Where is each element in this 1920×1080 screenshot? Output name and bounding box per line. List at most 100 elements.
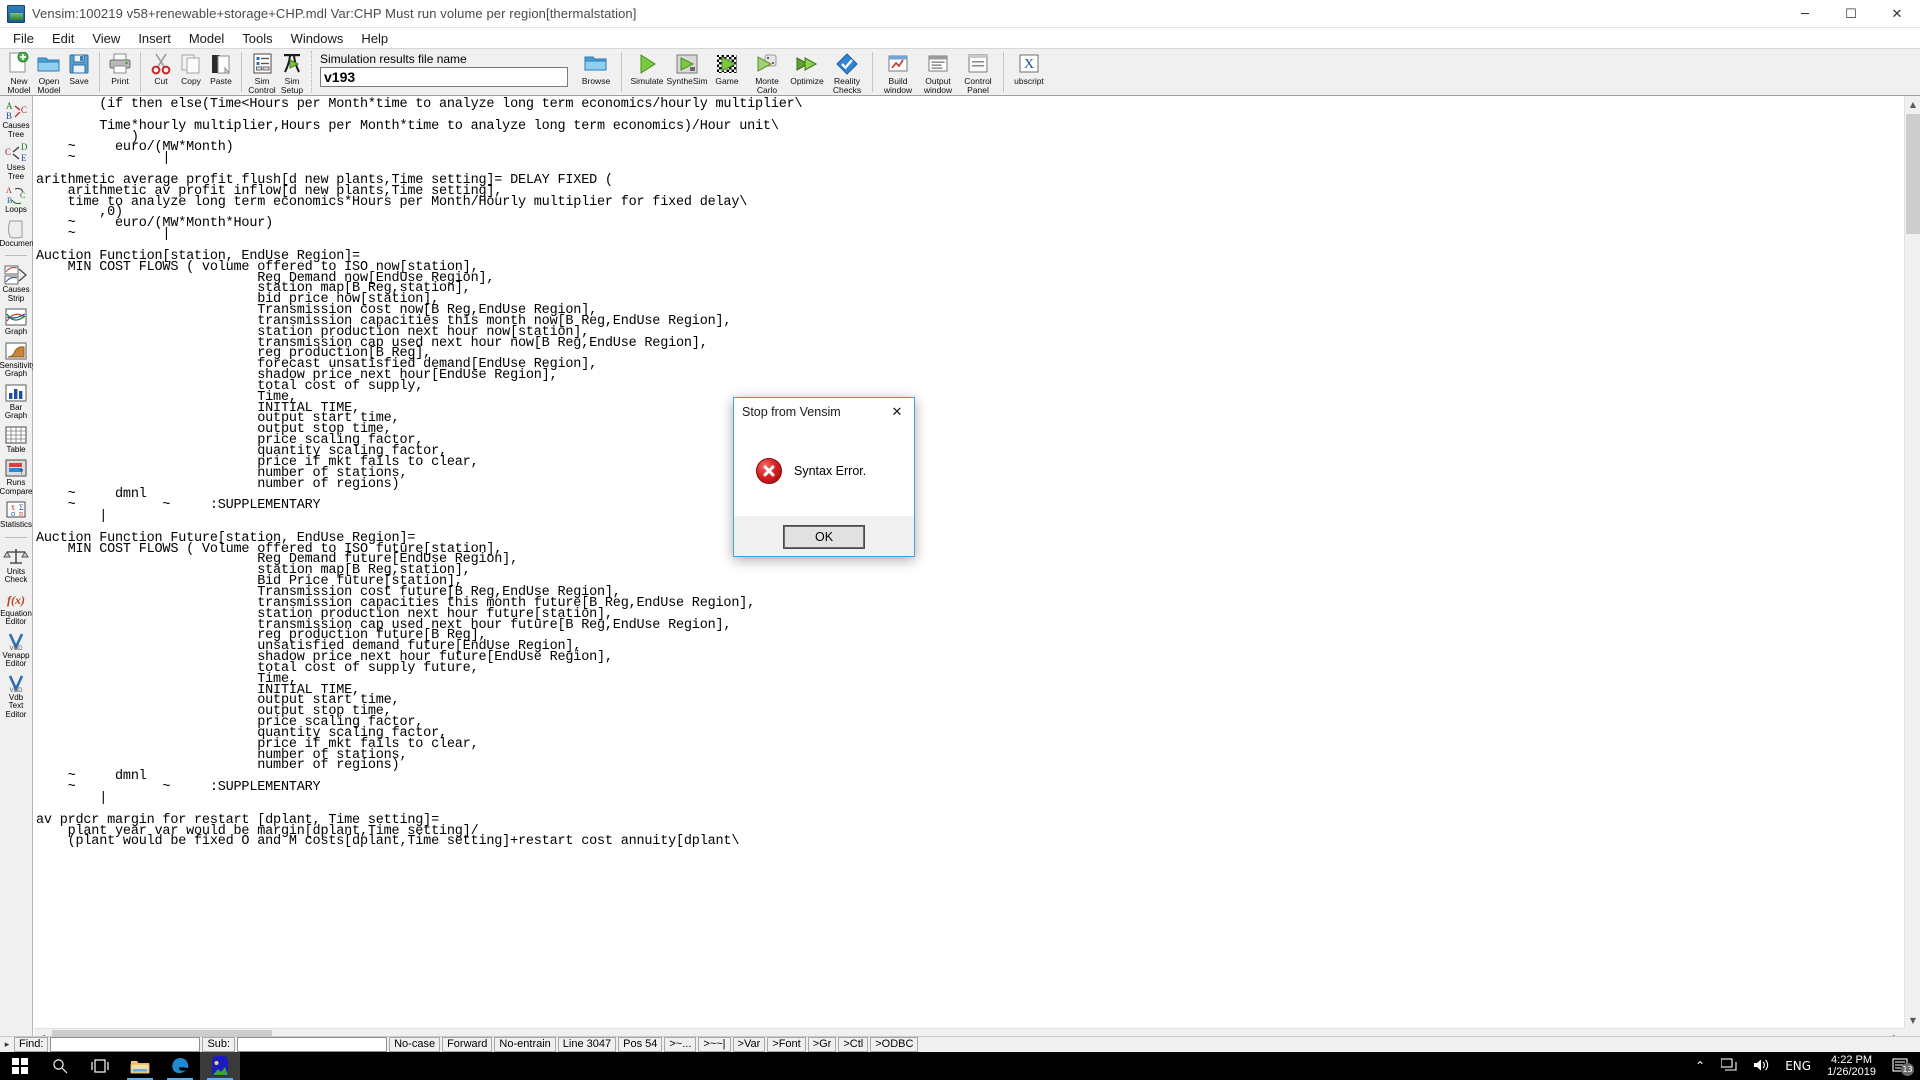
game-button[interactable]: Game <box>707 49 747 95</box>
search-icon[interactable] <box>40 1052 80 1080</box>
text-editor-icon: VGD <box>3 672 29 694</box>
scroll-down-arrow[interactable]: ▼ <box>1905 1012 1920 1028</box>
status-case-toggle[interactable]: No-case <box>389 1037 441 1052</box>
find-input[interactable] <box>50 1037 201 1052</box>
scroll-up-arrow[interactable]: ▲ <box>1905 96 1920 112</box>
browse-button[interactable]: Browse <box>576 49 616 95</box>
synthesim-button[interactable]: SyntheSim <box>666 49 708 95</box>
toolbar-separator-6 <box>872 52 873 92</box>
print-button[interactable]: Print <box>105 49 135 95</box>
table-icon <box>3 424 29 446</box>
vertical-scroll-thumb[interactable] <box>1906 114 1920 234</box>
simulate-button[interactable]: Simulate <box>627 49 667 95</box>
copy-icon <box>178 52 204 76</box>
main-toolbar: New Model Open Model Save Print Cut Copy <box>0 48 1920 96</box>
optimize-button[interactable]: Optimize <box>787 49 827 95</box>
simulate-play-icon <box>634 52 660 76</box>
status-comment-button[interactable]: >~... <box>664 1037 697 1052</box>
tray-chevron-icon[interactable]: ⌃ <box>1687 1059 1713 1073</box>
rail-item-loops[interactable]: ABC Loops <box>0 182 33 215</box>
status-tilde-button[interactable]: >~~| <box>698 1037 731 1052</box>
save-button[interactable]: Save <box>64 49 94 95</box>
code-line: ~ ~ :SUPPLEMENTARY <box>36 498 321 514</box>
dialog-title-text: Stop from Vensim <box>742 405 841 419</box>
dialog-body: Syntax Error. <box>734 426 914 516</box>
windows-start-icon[interactable] <box>0 1052 40 1080</box>
language-indicator[interactable]: ENG <box>1777 1059 1819 1073</box>
control-panel-label: Control Panel <box>964 76 992 95</box>
edge-browser-icon[interactable] <box>160 1052 200 1080</box>
sim-results-file-input[interactable] <box>320 67 568 87</box>
rail-item-document[interactable]: Document <box>0 216 33 249</box>
rail-item-table[interactable]: Table <box>0 422 33 455</box>
ok-button[interactable]: OK <box>783 525 865 549</box>
subscript-label: ubscript <box>1014 76 1044 86</box>
rail-label-equation-editor: Equation Editor <box>0 609 32 626</box>
paste-button[interactable]: Paste <box>206 49 236 95</box>
status-odbc-button[interactable]: >ODBC <box>870 1037 919 1052</box>
vensim-taskbar-icon[interactable] <box>200 1052 240 1080</box>
rail-item-runs-compare[interactable]: ? Runs Compare <box>0 455 33 496</box>
folder-icon <box>583 52 609 76</box>
toolbar-separator-7 <box>1003 52 1004 92</box>
equation-editor-area: (if then else(Time<Hours per Month*time … <box>34 96 1920 1045</box>
monte-carlo-button[interactable]: Monte Carlo <box>747 49 787 95</box>
status-font-button[interactable]: >Font <box>767 1037 806 1052</box>
rail-item-sensitivity-graph[interactable]: Sensitivity Graph <box>0 338 33 379</box>
sim-setup-button[interactable]: Sim Setup <box>277 49 307 95</box>
close-button[interactable]: ✕ <box>1874 0 1920 28</box>
find-label: Find: <box>14 1037 49 1052</box>
menu-insert[interactable]: Insert <box>129 29 180 48</box>
menu-model[interactable]: Model <box>180 29 233 48</box>
notifications-icon[interactable]: 13 <box>1884 1057 1916 1076</box>
rail-item-text-editor[interactable]: VGD Vdb Text Editor <box>0 670 33 720</box>
vertical-scrollbar[interactable]: ▲ ▼ <box>1904 96 1920 1028</box>
rail-item-units-check[interactable]: Units Check <box>0 544 33 585</box>
print-label: Print <box>111 76 129 86</box>
rail-item-equation-editor[interactable]: f(x) Equation Editor <box>0 586 33 627</box>
model-equations-text[interactable]: (if then else(Time<Hours per Month*time … <box>34 98 1904 849</box>
status-ctl-button[interactable]: >Ctl <box>838 1037 869 1052</box>
status-var-button[interactable]: >Var <box>732 1037 766 1052</box>
rail-item-statistics[interactable]: x̄ Σσ n Statistics <box>0 497 33 530</box>
output-window-button[interactable]: Output window <box>918 49 958 95</box>
clock[interactable]: 4:22 PM 1/26/2019 <box>1819 1054 1884 1078</box>
network-icon[interactable] <box>1713 1057 1745 1075</box>
rail-item-causes-strip[interactable]: Causes Strip <box>0 262 33 303</box>
volume-icon[interactable] <box>1745 1058 1777 1075</box>
minimize-button[interactable]: ─ <box>1782 0 1828 28</box>
reality-checks-button[interactable]: Reality Checks <box>827 49 867 95</box>
menu-tools[interactable]: Tools <box>233 29 281 48</box>
sub-input[interactable] <box>237 1037 388 1052</box>
menu-file[interactable]: File <box>4 29 43 48</box>
graph-icon <box>3 306 29 328</box>
status-direction-toggle[interactable]: Forward <box>442 1037 493 1052</box>
subscript-button[interactable]: X ubscript <box>1009 49 1049 95</box>
copy-button[interactable]: Copy <box>176 49 206 95</box>
rail-item-bar-graph[interactable]: Bar Graph <box>0 380 33 421</box>
model-text-viewport[interactable]: (if then else(Time<Hours per Month*time … <box>34 96 1904 1028</box>
status-expand-arrow[interactable]: ▸ <box>0 1040 14 1050</box>
build-window-icon <box>885 52 911 76</box>
control-panel-button[interactable]: Control Panel <box>958 49 998 95</box>
rail-item-causes-tree[interactable]: ABC Causes Tree <box>0 98 33 139</box>
save-icon <box>66 52 92 76</box>
file-explorer-icon[interactable] <box>120 1052 160 1080</box>
rail-item-venapp-editor[interactable]: VGD Venapp Editor <box>0 628 33 669</box>
build-window-button[interactable]: Build window <box>878 49 918 95</box>
rail-item-graph[interactable]: Graph <box>0 304 33 337</box>
close-icon[interactable]: ✕ <box>880 398 914 426</box>
rail-item-uses-tree[interactable]: CDE Uses Tree <box>0 140 33 181</box>
menu-windows[interactable]: Windows <box>282 29 353 48</box>
sim-setup-icon <box>279 52 305 76</box>
task-view-icon[interactable] <box>80 1052 120 1080</box>
open-model-button[interactable]: Open Model <box>34 49 64 95</box>
status-entrain-toggle[interactable]: No-entrain <box>494 1037 556 1052</box>
menu-help[interactable]: Help <box>352 29 397 48</box>
maximize-button[interactable]: ☐ <box>1828 0 1874 28</box>
menu-edit[interactable]: Edit <box>43 29 83 48</box>
cut-button[interactable]: Cut <box>146 49 176 95</box>
bar-graph-icon <box>3 382 29 404</box>
status-gr-button[interactable]: >Gr <box>807 1037 837 1052</box>
menu-view[interactable]: View <box>83 29 129 48</box>
